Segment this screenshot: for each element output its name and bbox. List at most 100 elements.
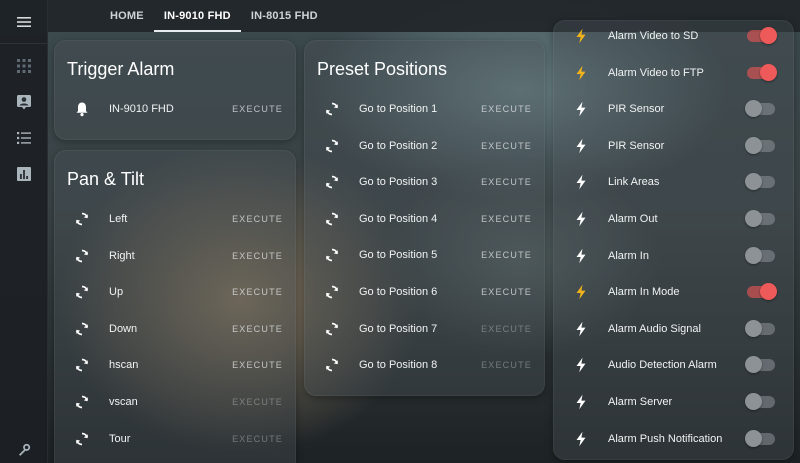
- lightning-bolt-icon: [572, 64, 590, 82]
- row-label: Go to Position 2: [359, 139, 438, 152]
- list-item: Down EXECUTE: [55, 311, 295, 347]
- execute-button[interactable]: EXECUTE: [481, 177, 532, 187]
- lightning-bolt-icon: [572, 283, 590, 301]
- execute-button[interactable]: EXECUTE: [481, 104, 532, 114]
- list-item: Right EXECUTE: [55, 238, 295, 274]
- card-title: Pan & Tilt: [67, 169, 145, 189]
- toggle-knob: [745, 173, 762, 191]
- refresh-icon: [323, 283, 341, 301]
- refresh-icon: [73, 356, 91, 374]
- sidebar-item-overview[interactable]: [0, 50, 48, 86]
- execute-button[interactable]: EXECUTE: [232, 251, 283, 261]
- tab-in-9010-fhd[interactable]: IN-9010 FHD: [153, 0, 241, 32]
- toggle-switch[interactable]: [745, 319, 775, 337]
- refresh-icon: [323, 246, 341, 264]
- bell-icon: [73, 100, 91, 118]
- refresh-icon: [323, 210, 341, 228]
- lightning-bolt-icon: [572, 356, 590, 374]
- list-item: Up EXECUTE: [55, 274, 295, 310]
- execute-button[interactable]: EXECUTE: [232, 214, 283, 224]
- execute-button[interactable]: EXECUTE: [481, 214, 532, 224]
- row-label: Left: [109, 213, 128, 225]
- refresh-icon: [323, 173, 341, 191]
- toggle-switch[interactable]: [745, 210, 775, 227]
- toggle-switch[interactable]: [745, 173, 775, 191]
- sidebar-item-list[interactable]: [0, 122, 48, 158]
- switch-row: Alarm In Mode: [554, 274, 793, 310]
- toggle-switch[interactable]: [747, 63, 777, 81]
- row-label: Go to Position 7: [359, 322, 438, 335]
- switch-row: Alarm Audio Signal: [554, 311, 793, 347]
- toggle-switch[interactable]: [745, 429, 775, 447]
- tab-in-8015-fhd[interactable]: IN-8015 FHD: [241, 0, 328, 32]
- execute-button[interactable]: EXECUTE: [481, 324, 532, 334]
- toggle-switch[interactable]: [747, 283, 777, 301]
- execute-button[interactable]: EXECUTE: [232, 397, 283, 407]
- row-label: Go to Position 4: [359, 212, 438, 225]
- toggle-knob: [745, 100, 762, 118]
- toggle-switch[interactable]: [745, 246, 775, 264]
- list-item: Go to Position 4 EXECUTE: [305, 201, 544, 237]
- row-label: Alarm In Mode: [608, 286, 680, 299]
- sidebar-item-profile[interactable]: [0, 86, 48, 122]
- toggle-knob: [745, 356, 762, 374]
- row-label: Alarm Audio Signal: [608, 322, 701, 335]
- row-label: Go to Position 3: [359, 176, 438, 189]
- row-label: Down: [109, 322, 138, 335]
- execute-button[interactable]: EXECUTE: [232, 287, 283, 297]
- switch-row: Audio Detection Alarm: [554, 347, 793, 383]
- person-card-icon: [16, 94, 32, 115]
- lightning-bolt-icon: [572, 137, 590, 155]
- lightning-bolt-icon: [572, 247, 590, 265]
- toggle-knob: [745, 210, 762, 227]
- execute-button[interactable]: EXECUTE: [481, 287, 532, 297]
- row-label: Link Areas: [608, 176, 660, 189]
- refresh-icon: [323, 356, 341, 374]
- toggle-switch[interactable]: [745, 100, 775, 118]
- refresh-icon: [73, 393, 91, 411]
- list-item: Tour EXECUTE: [55, 421, 295, 457]
- sidebar: [0, 0, 48, 463]
- switch-row: Link Areas: [554, 164, 793, 200]
- toggle-switch[interactable]: [745, 393, 775, 410]
- list-item: vscan EXECUTE: [55, 384, 295, 420]
- toggle-knob: [760, 63, 777, 81]
- sidebar-item-stats[interactable]: [0, 158, 48, 194]
- toggle-switch[interactable]: [745, 356, 775, 374]
- row-label: Alarm Out: [608, 213, 658, 225]
- list-item: Go to Position 6 EXECUTE: [305, 274, 544, 310]
- row-label: Alarm Video to SD: [608, 30, 699, 42]
- toggle-knob: [745, 319, 762, 337]
- toggle-switch[interactable]: [745, 136, 775, 154]
- list-item: Go to Position 1 EXECUTE: [305, 91, 544, 127]
- execute-button[interactable]: EXECUTE: [232, 434, 283, 444]
- execute-button[interactable]: EXECUTE: [481, 360, 532, 370]
- execute-button[interactable]: EXECUTE: [232, 324, 283, 334]
- execute-button[interactable]: EXECUTE: [481, 141, 532, 151]
- execute-button[interactable]: EXECUTE: [481, 250, 532, 260]
- row-label: PIR Sensor: [608, 139, 665, 152]
- toggle-knob: [760, 283, 777, 301]
- row-label: Alarm Push Notification: [608, 432, 723, 445]
- switch-row: Alarm Video to SD: [554, 18, 793, 54]
- list-item: Go to Position 3 EXECUTE: [305, 164, 544, 200]
- switch-row: Alarm Server: [554, 384, 793, 420]
- execute-button[interactable]: EXECUTE: [232, 360, 283, 370]
- sidebar-item-settings[interactable]: [0, 441, 48, 463]
- row-label: PIR Sensor: [608, 103, 665, 116]
- execute-button[interactable]: EXECUTE: [232, 104, 283, 114]
- row-label: Up: [109, 286, 124, 299]
- trigger-alarm-card: Trigger Alarm IN-9010 FHD EXECUTE: [54, 40, 296, 140]
- switch-row: Alarm Out: [554, 201, 793, 237]
- toggle-switch[interactable]: [747, 27, 777, 44]
- card-title: Trigger Alarm: [67, 59, 175, 79]
- row-label: Go to Position 6: [359, 286, 438, 298]
- refresh-icon: [73, 320, 91, 338]
- toggle-knob: [745, 246, 762, 264]
- refresh-icon: [323, 137, 341, 155]
- tab-home[interactable]: HOME: [100, 0, 154, 32]
- lightning-bolt-icon: [572, 430, 590, 448]
- toggle-knob: [745, 429, 762, 447]
- refresh-icon: [73, 283, 91, 301]
- hamburger-menu-icon[interactable]: [0, 4, 47, 40]
